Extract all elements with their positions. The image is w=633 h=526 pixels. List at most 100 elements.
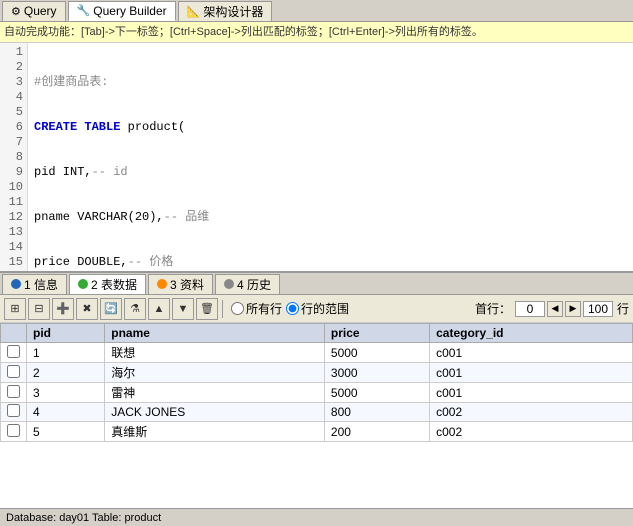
history-dot (224, 279, 234, 289)
code-line-2: CREATE TABLE product( (34, 120, 627, 135)
radio-group: 所有行 行的范围 (231, 300, 349, 317)
col-check (1, 324, 27, 343)
bottom-tab-bar: 1 信息 2 表数据 3 资料 4 历史 (0, 273, 633, 295)
data-dot (78, 279, 88, 289)
row-start-input[interactable] (515, 301, 545, 317)
cell-pid: 1 (27, 343, 105, 363)
cell-category_id: c001 (430, 383, 633, 403)
main-container: ⚙ Query 🔧 Query Builder 📐 架构设计器 自动完成功能：[… (0, 0, 633, 526)
code-line-1: #创建商品表: (34, 75, 627, 90)
table-row[interactable]: 2海尔3000c001 (1, 363, 633, 383)
toolbar-btn-down[interactable]: ▼ (172, 298, 194, 320)
row-checkbox[interactable] (7, 385, 20, 398)
bottom-section: 1 信息 2 表数据 3 资料 4 历史 ⊞ ⊟ ➕ ✖ 🔄 ⚗ ▲ (0, 273, 633, 526)
row-checkbox-cell[interactable] (1, 343, 27, 363)
tab-info[interactable]: 1 信息 (2, 274, 67, 294)
radio-all[interactable] (231, 302, 244, 315)
radio-range-label[interactable]: 行的范围 (286, 300, 349, 317)
table-row[interactable]: 3雷神5000c001 (1, 383, 633, 403)
code-editor[interactable]: 12345 678910 1112131415 1617181920 2122 … (0, 43, 633, 273)
cell-category_id: c001 (430, 343, 633, 363)
cell-pname: 联想 (105, 343, 325, 363)
data-table-wrapper[interactable]: pid pname price category_id 1联想5000c0012… (0, 323, 633, 508)
query-icon: ⚙ (11, 5, 21, 18)
cell-category_id: c001 (430, 363, 633, 383)
top-tab-bar: ⚙ Query 🔧 Query Builder 📐 架构设计器 (0, 0, 633, 22)
row-checkbox[interactable] (7, 365, 20, 378)
tab-arch-label: 架构设计器 (203, 3, 263, 20)
toolbar-btn-refresh[interactable]: 🔄 (100, 298, 122, 320)
row-end-input[interactable] (583, 301, 613, 317)
col-category[interactable]: category_id (430, 324, 633, 343)
radio-range-text: 行的范围 (301, 300, 349, 317)
cell-pid: 4 (27, 403, 105, 422)
cell-price: 200 (324, 422, 429, 442)
status-bar: Database: day01 Table: product (0, 508, 633, 526)
toolbar-btn-trash[interactable]: 🗑 (196, 298, 218, 320)
table-row[interactable]: 5真维斯200c002 (1, 422, 633, 442)
col-price[interactable]: price (324, 324, 429, 343)
toolbar-btn-filter[interactable]: ⚗ (124, 298, 146, 320)
tab-history-label: 4 历史 (237, 276, 271, 293)
cell-price: 3000 (324, 363, 429, 383)
row-unit: 行 (617, 300, 629, 317)
tab-resource[interactable]: 3 资料 (148, 274, 213, 294)
table-row[interactable]: 4JACK JONES800c002 (1, 403, 633, 422)
status-text: Database: day01 Table: product (6, 512, 161, 524)
toolbar-btn-minus[interactable]: ⊟ (28, 298, 50, 320)
tab-history[interactable]: 4 历史 (215, 274, 280, 294)
cell-pname: 雷神 (105, 383, 325, 403)
row-checkbox[interactable] (7, 424, 20, 437)
autocomplete-bar: 自动完成功能：[Tab]->下一标签；[Ctrl+Space]->列出匹配的标签… (0, 22, 633, 43)
radio-range[interactable] (286, 302, 299, 315)
autocomplete-text: 自动完成功能：[Tab]->下一标签；[Ctrl+Space]->列出匹配的标签… (4, 26, 483, 38)
table-header-row: pid pname price category_id (1, 324, 633, 343)
row-checkbox[interactable] (7, 404, 20, 417)
cell-pname: JACK JONES (105, 403, 325, 422)
row-checkbox-cell[interactable] (1, 363, 27, 383)
data-table: pid pname price category_id 1联想5000c0012… (0, 323, 633, 442)
toolbar-btn-up[interactable]: ▲ (148, 298, 170, 320)
cell-price: 5000 (324, 343, 429, 363)
toolbar-btn-grid[interactable]: ⊞ (4, 298, 26, 320)
tab-query-builder-label: Query Builder (93, 4, 166, 18)
toolbar-btn-delete[interactable]: ✖ (76, 298, 98, 320)
row-checkbox-cell[interactable] (1, 383, 27, 403)
radio-all-text: 所有行 (246, 300, 282, 317)
info-dot (11, 279, 21, 289)
nav-next-btn[interactable]: ▶ (565, 301, 581, 317)
tab-info-label: 1 信息 (24, 276, 58, 293)
table-row[interactable]: 1联想5000c001 (1, 343, 633, 363)
tab-arch-designer[interactable]: 📐 架构设计器 (178, 1, 273, 21)
col-pid[interactable]: pid (27, 324, 105, 343)
col-pname[interactable]: pname (105, 324, 325, 343)
cell-price: 5000 (324, 383, 429, 403)
query-builder-icon: 🔧 (77, 4, 91, 17)
cell-price: 800 (324, 403, 429, 422)
resource-dot (157, 279, 167, 289)
code-line-3: pid INT,-- id (34, 165, 627, 180)
tab-query[interactable]: ⚙ Query (2, 1, 66, 21)
code-content[interactable]: #创建商品表: CREATE TABLE product( pid INT,--… (28, 43, 633, 271)
row-nav: 首行： ◀ ▶ 行 (475, 300, 629, 317)
row-checkbox-cell[interactable] (1, 403, 27, 422)
cell-category_id: c002 (430, 403, 633, 422)
code-line-5: price DOUBLE,-- 价格 (34, 255, 627, 270)
tab-data[interactable]: 2 表数据 (69, 274, 146, 294)
tab-query-builder[interactable]: 🔧 Query Builder (68, 1, 176, 21)
toolbar-btn-add[interactable]: ➕ (52, 298, 74, 320)
nav-prev-btn[interactable]: ◀ (547, 301, 563, 317)
cell-pname: 海尔 (105, 363, 325, 383)
line-numbers: 12345 678910 1112131415 1617181920 2122 (0, 43, 28, 271)
tab-resource-label: 3 资料 (170, 276, 204, 293)
cell-category_id: c002 (430, 422, 633, 442)
row-nav-label: 首行： (475, 300, 511, 317)
row-checkbox[interactable] (7, 345, 20, 358)
cell-pid: 2 (27, 363, 105, 383)
tab-data-label: 2 表数据 (91, 276, 137, 293)
tab-query-label: Query (24, 4, 57, 18)
data-toolbar: ⊞ ⊟ ➕ ✖ 🔄 ⚗ ▲ ▼ 🗑 所有行 行的范围 首行： (0, 295, 633, 323)
cell-pid: 3 (27, 383, 105, 403)
row-checkbox-cell[interactable] (1, 422, 27, 442)
radio-all-label[interactable]: 所有行 (231, 300, 282, 317)
